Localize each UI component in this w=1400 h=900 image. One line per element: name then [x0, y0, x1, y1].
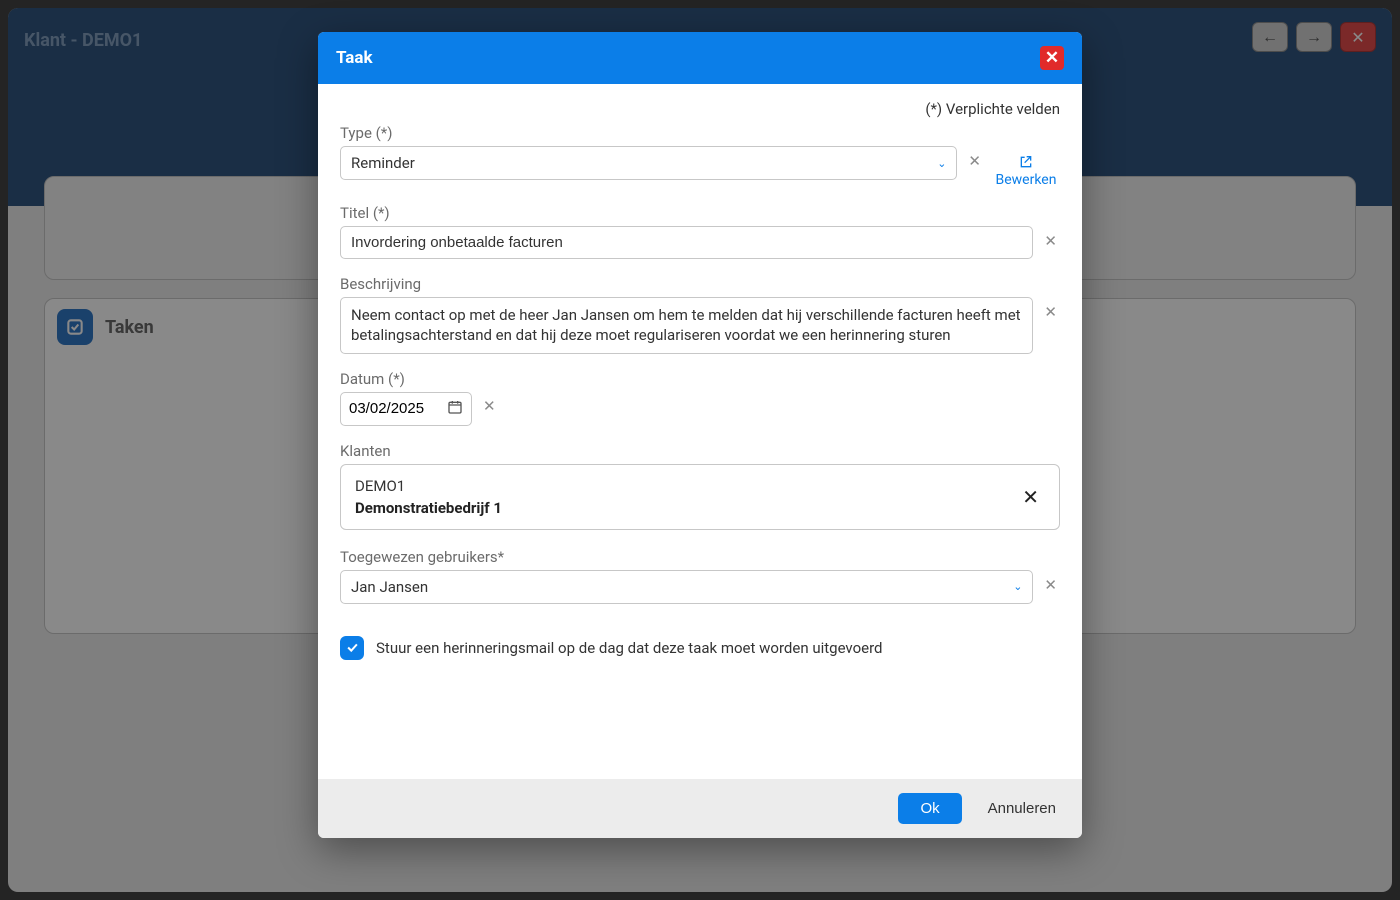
modal-close-button[interactable]: ✕ [1040, 46, 1064, 70]
modal-body: (*) Verplichte velden Type (*) Reminder … [318, 84, 1082, 779]
chevron-down-icon: ⌄ [937, 157, 946, 170]
cancel-button[interactable]: Annuleren [984, 793, 1060, 824]
modal-header: Taak ✕ [318, 32, 1082, 84]
type-select[interactable]: Reminder ⌄ [340, 146, 957, 180]
type-clear-button[interactable]: ✕ [965, 146, 984, 176]
klanten-label: Klanten [340, 442, 1060, 460]
check-icon [345, 640, 360, 655]
klant-remove-button[interactable]: ✕ [1016, 485, 1045, 509]
edit-icon [1018, 154, 1034, 170]
modal-footer: Ok Annuleren [318, 779, 1082, 838]
reminder-checkbox-label: Stuur een herinneringsmail op de dag dat… [376, 639, 883, 657]
type-edit-label: Bewerken [996, 172, 1057, 188]
beschrijving-clear-button[interactable]: ✕ [1041, 297, 1060, 327]
datum-clear-button[interactable]: ✕ [480, 397, 499, 421]
datum-input-wrap[interactable] [340, 392, 472, 426]
close-icon: ✕ [1022, 485, 1039, 509]
close-icon: ✕ [483, 397, 496, 415]
toegewezen-select[interactable]: Jan Jansen ⌄ [340, 570, 1033, 604]
klant-name: Demonstratiebedrijf 1 [355, 499, 502, 517]
reminder-checkbox[interactable] [340, 636, 364, 660]
reminder-checkbox-row: Stuur een herinneringsmail op de dag dat… [340, 636, 1060, 660]
calendar-icon[interactable] [447, 399, 463, 419]
chevron-down-icon: ⌄ [1013, 580, 1022, 593]
close-icon: ✕ [1044, 232, 1057, 250]
titel-input[interactable] [340, 226, 1033, 259]
titel-clear-button[interactable]: ✕ [1041, 226, 1060, 256]
datum-label: Datum (*) [340, 370, 1060, 388]
task-modal: Taak ✕ (*) Verplichte velden Type (*) Re… [318, 32, 1082, 838]
type-edit-button[interactable]: Bewerken [992, 154, 1060, 188]
titel-label: Titel (*) [340, 204, 1060, 222]
toegewezen-select-value: Jan Jansen [351, 578, 428, 596]
klanten-box[interactable]: DEMO1 Demonstratiebedrijf 1 ✕ [340, 464, 1060, 530]
close-icon: ✕ [1044, 576, 1057, 594]
required-fields-note: (*) Verplichte velden [340, 100, 1060, 118]
close-icon: ✕ [1045, 48, 1059, 68]
modal-title: Taak [336, 48, 373, 68]
type-select-value: Reminder [351, 154, 415, 172]
klant-code: DEMO1 [355, 477, 502, 495]
close-icon: ✕ [1044, 303, 1057, 321]
type-label: Type (*) [340, 124, 1060, 142]
beschrijving-textarea[interactable] [340, 297, 1033, 354]
datum-input[interactable] [349, 400, 441, 417]
beschrijving-label: Beschrijving [340, 275, 1060, 293]
toegewezen-clear-button[interactable]: ✕ [1041, 570, 1060, 600]
ok-button[interactable]: Ok [898, 793, 961, 824]
close-icon: ✕ [968, 152, 981, 170]
toegewezen-label: Toegewezen gebruikers* [340, 548, 1060, 566]
